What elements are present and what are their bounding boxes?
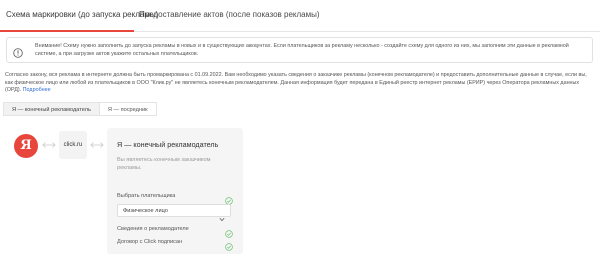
payer-row: Выбрать плательщика [117, 192, 233, 205]
role-intermediary-button[interactable]: Я — посредник [99, 102, 157, 116]
click-logo: click.ru [59, 131, 87, 159]
tabs-bar: Схема маркировки (до запуска рекламы) Пр… [0, 0, 600, 32]
double-arrow-icon [41, 140, 57, 150]
check-circle-icon [225, 225, 233, 238]
warning-box: Внимание! Схему нужно заполнить до запус… [6, 37, 593, 63]
panel-description: Вы являетесь конечным заказчиком рекламы… [117, 157, 211, 171]
payer-label: Выбрать плательщика [117, 193, 176, 199]
role-switch: Я — конечный рекламодатель Я — посредник [3, 102, 157, 116]
law-text: Согласно закону, вся реклама в интернете… [5, 72, 587, 94]
info-circle-icon [13, 45, 23, 58]
advertiser-info-label: Сведения о рекламодателе [117, 226, 189, 232]
contract-row[interactable]: Договор с Click подписан [117, 238, 233, 251]
contract-label: Договор с Click подписан [117, 239, 183, 245]
role-end-advertiser-button[interactable]: Я — конечный рекламодатель [3, 102, 100, 116]
panel-title: Я — конечный рекламодатель [117, 140, 219, 149]
advertiser-panel: Я — конечный рекламодатель Вы являетесь … [107, 128, 243, 254]
more-link[interactable]: Подробнее [23, 87, 51, 93]
warning-text: Внимание! Схему нужно заполнить до запус… [35, 43, 569, 57]
chevron-down-icon [219, 209, 225, 222]
check-circle-icon [225, 192, 233, 205]
payer-select[interactable]: Физическое лицо [117, 204, 231, 222]
yandex-logo: Я [14, 134, 38, 158]
active-tab-indicator [0, 30, 134, 32]
tab-acts[interactable]: Предоставление актов (после показов рекл… [139, 10, 320, 19]
check-circle-icon [225, 238, 233, 251]
law-notice: Согласно закону, вся реклама в интернете… [5, 72, 595, 95]
payer-select-value: Физическое лицо [123, 208, 168, 214]
double-arrow-icon [89, 140, 105, 150]
advertiser-info-row[interactable]: Сведения о рекламодателе [117, 225, 233, 238]
tab-marking-scheme[interactable]: Схема маркировки (до запуска рекламы) [6, 10, 158, 19]
